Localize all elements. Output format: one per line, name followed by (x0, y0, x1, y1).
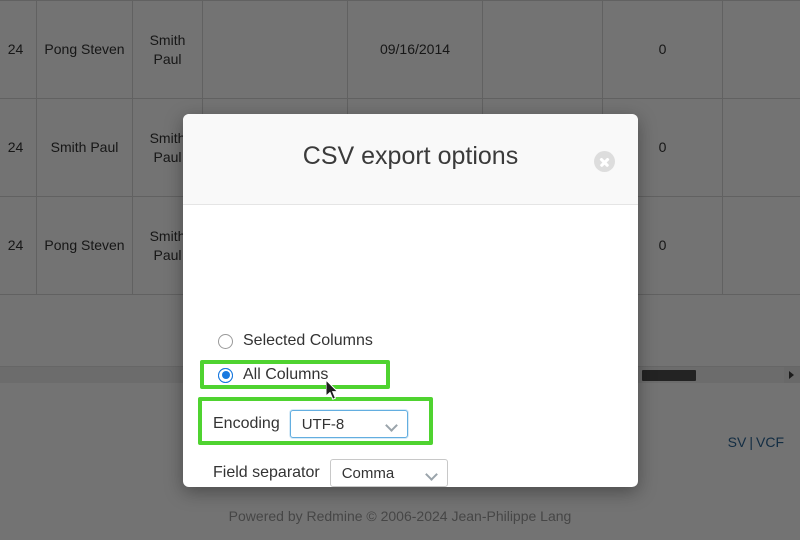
dialog-body: Selected Columns All Columns Encoding UT… (183, 205, 638, 487)
dialog-header: CSV export options (183, 114, 638, 205)
encoding-label: Encoding (213, 415, 280, 432)
encoding-select[interactable]: UTF-8 (289, 410, 408, 438)
radio-label-selected-columns: Selected Columns (243, 332, 373, 349)
radio-option-all-columns[interactable]: All Columns (218, 366, 328, 384)
field-separator-selected-value: Comma (341, 464, 395, 482)
csv-export-options-dialog: CSV export options Selected Columns All … (183, 114, 638, 487)
field-separator-label: Field separator (213, 464, 320, 481)
encoding-field-row: Encoding UTF-8 (213, 410, 408, 438)
field-separator-row: Field separator Comma (213, 459, 448, 487)
radio-selected-columns[interactable] (218, 333, 233, 349)
radio-all-columns[interactable] (218, 367, 233, 383)
encoding-selected-value: UTF-8 (301, 415, 345, 433)
chevron-down-icon (387, 421, 396, 430)
radio-option-selected-columns[interactable]: Selected Columns (218, 332, 373, 350)
radio-label-all-columns: All Columns (243, 366, 329, 383)
close-icon[interactable] (594, 151, 615, 172)
dialog-title: CSV export options (302, 142, 519, 170)
chevron-down-icon (427, 470, 436, 479)
field-separator-select[interactable]: Comma (329, 459, 448, 487)
